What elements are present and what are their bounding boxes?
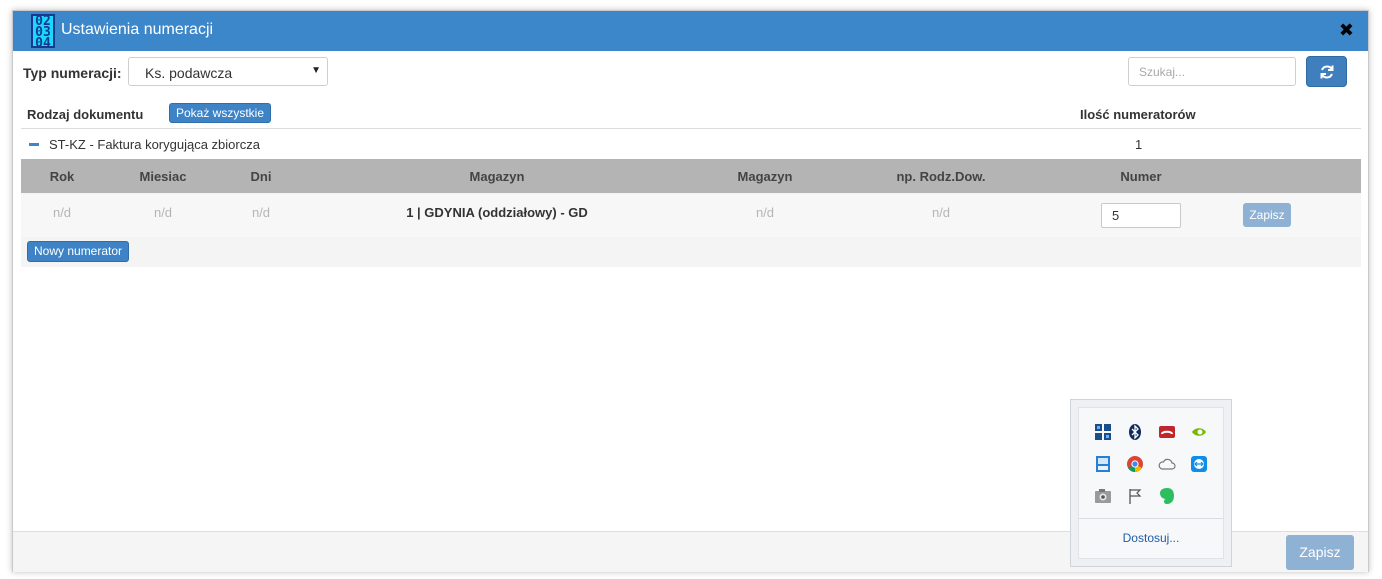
numerator-table-header: Rok Miesiac Dni Magazyn Magazyn np. Rodz… <box>21 159 1361 193</box>
onedrive-icon[interactable] <box>1158 455 1176 473</box>
number-input[interactable] <box>1101 203 1181 228</box>
column-header-rodz-dow: np. Rodz.Dow. <box>896 169 986 184</box>
document-list-header: Rodzaj dokumentu Pokaż wszystkie Ilość n… <box>21 101 1361 129</box>
search-input[interactable] <box>1128 57 1296 86</box>
table-row: n/d n/d n/d 1 | GDYNIA (oddziałowy) - GD… <box>21 195 1361 237</box>
column-header-miesiac: Miesiac <box>139 169 187 184</box>
column-header-magazyn: Magazyn <box>469 169 525 184</box>
phone-icon[interactable] <box>1158 423 1176 441</box>
document-group-count: 1 <box>1135 137 1143 152</box>
dialog-title: Ustawienia numeracji <box>61 21 214 38</box>
evernote-icon[interactable] <box>1158 487 1176 505</box>
tray-icons-panel: Dostosuj... <box>1078 407 1224 559</box>
taskview-icon[interactable] <box>1094 423 1112 441</box>
numerator-table: Rok Miesiac Dni Magazyn Magazyn np. Rodz… <box>21 159 1361 267</box>
numbering-type-value: Ks. podawcza <box>145 65 233 81</box>
show-all-button[interactable]: Pokaż wszystkie <box>169 103 272 123</box>
numbering-type-select[interactable]: Ks. podawcza ▼ <box>128 57 328 86</box>
numbering-type-label: Typ numeracji: <box>23 65 122 81</box>
column-header-dni: Dni <box>250 169 272 184</box>
numerator-count-header: Ilość numeratorów <box>1080 107 1196 122</box>
collapse-minus-icon[interactable] <box>29 143 39 146</box>
camera-icon[interactable] <box>1094 487 1112 505</box>
cell-magazyn-2: n/d <box>755 205 775 220</box>
new-numerator-button[interactable]: Nowy numerator <box>27 241 130 262</box>
column-header-numer: Numer <box>1120 169 1162 184</box>
cell-magazyn: 1 | GDYNIA (oddziałowy) - GD <box>406 205 588 220</box>
refresh-button[interactable] <box>1306 56 1347 87</box>
bluetooth-icon[interactable] <box>1126 423 1144 441</box>
document-group-row[interactable]: ST-KZ - Faktura korygująca zbiorcza 1 <box>21 130 1361 158</box>
row-save-button[interactable]: Zapisz <box>1243 203 1291 227</box>
tray-divider <box>1079 518 1223 519</box>
refresh-icon <box>1320 65 1334 79</box>
customize-link[interactable]: Dostosuj... <box>1079 531 1223 545</box>
cell-miesiac: n/d <box>153 205 173 220</box>
cell-rok: n/d <box>52 205 72 220</box>
nvidia-icon[interactable] <box>1190 423 1208 441</box>
save-button[interactable]: Zapisz <box>1286 535 1354 570</box>
chrome-icon[interactable] <box>1126 455 1144 473</box>
document-type-header: Rodzaj dokumentu <box>27 107 144 122</box>
close-icon[interactable]: ✖ <box>1339 21 1354 39</box>
cell-dni: n/d <box>251 205 271 220</box>
system-tray-overflow-popup: Dostosuj... <box>1070 399 1232 567</box>
column-header-rok: Rok <box>49 169 75 184</box>
teamviewer-icon[interactable] <box>1190 455 1208 473</box>
network-drive-icon[interactable] <box>1094 455 1112 473</box>
flag-icon[interactable] <box>1126 487 1144 505</box>
column-header-magazyn-2: Magazyn <box>737 169 793 184</box>
cell-rodz-dow: n/d <box>931 205 951 220</box>
dropdown-arrow-icon: ▼ <box>311 65 321 76</box>
numbering-app-icon: 02 03 04 <box>31 14 55 48</box>
dialog-titlebar: 02 03 04 Ustawienia numeracji ✖ <box>13 11 1368 51</box>
document-group-label: ST-KZ - Faktura korygująca zbiorcza <box>49 137 260 152</box>
